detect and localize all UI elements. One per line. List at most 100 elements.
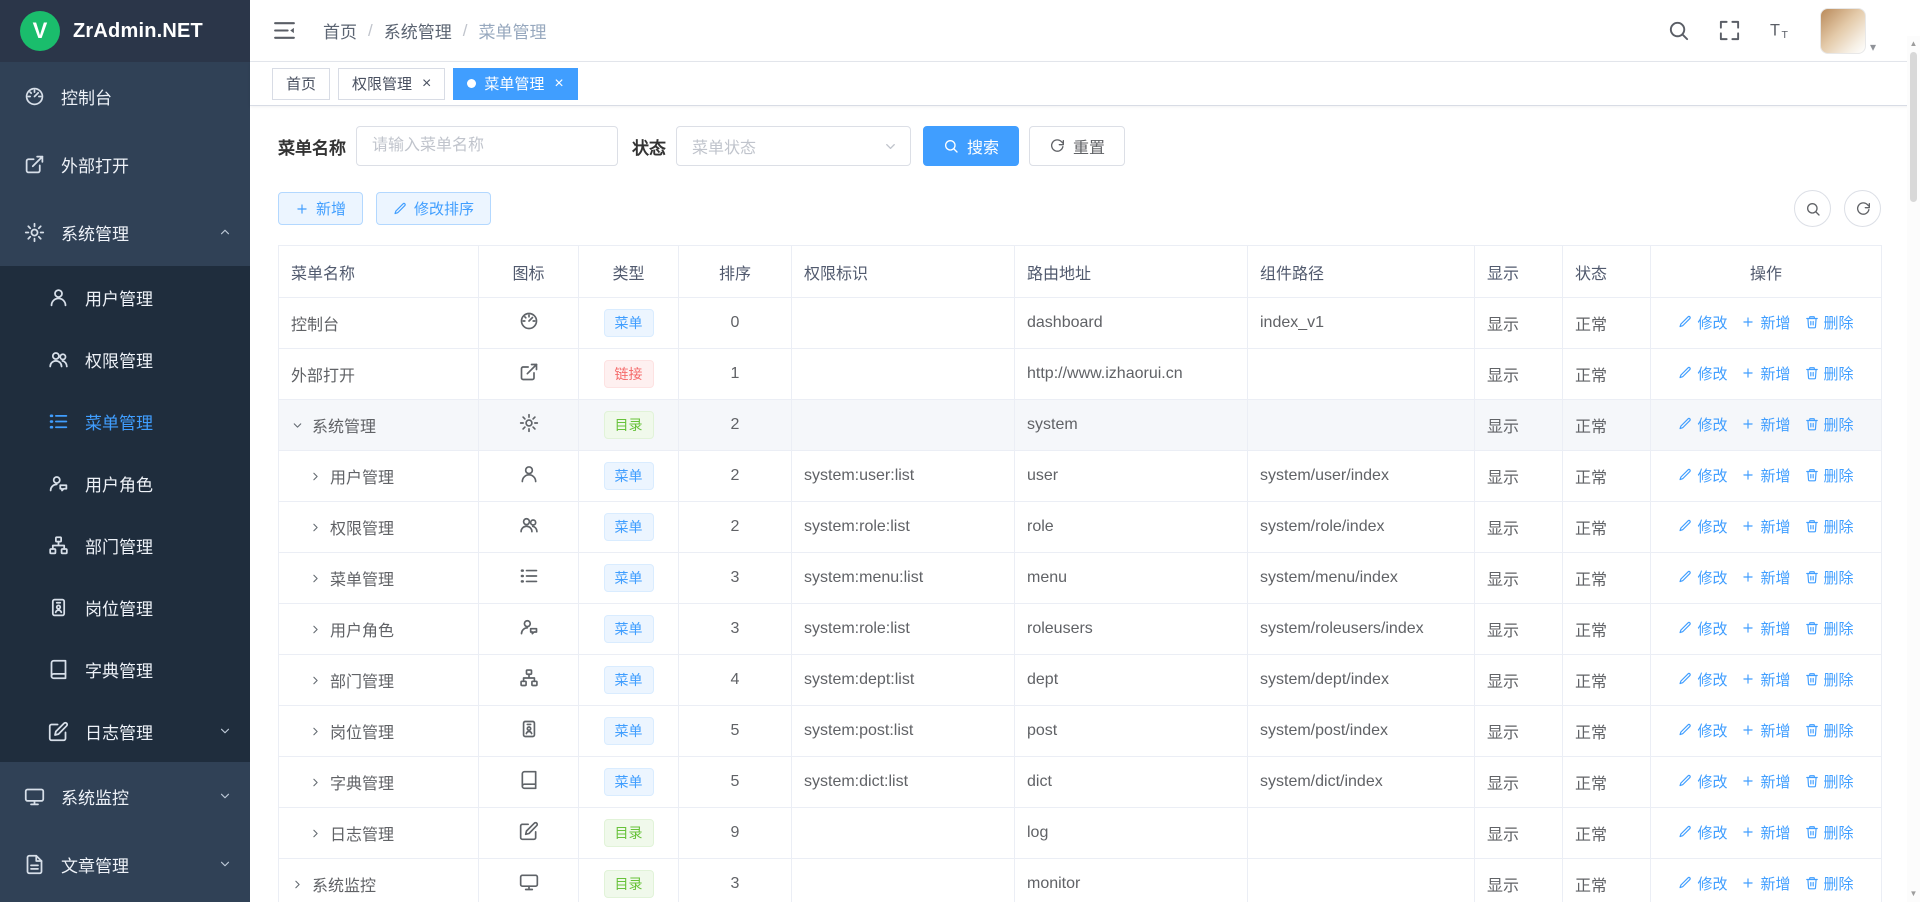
edit-link[interactable]: 修改 [1678,465,1727,486]
table-row[interactable]: 用户管理菜单2system:user:listusersystem/user/i… [279,451,1882,502]
chevron-right-icon[interactable] [309,470,322,483]
refresh-table-button[interactable] [1844,190,1881,227]
chevron-down-icon[interactable] [291,419,304,432]
chevron-right-icon[interactable] [309,521,322,534]
tab-menu[interactable]: 菜单管理× [453,68,577,100]
sidebar-item-system[interactable]: 系统管理 [0,198,250,266]
edit-link[interactable]: 修改 [1678,618,1727,639]
table-row[interactable]: 用户角色菜单3system:role:listroleuserssystem/r… [279,604,1882,655]
tab-role[interactable]: 权限管理× [338,68,445,100]
delete-link[interactable]: 删除 [1805,618,1854,639]
table-row[interactable]: 菜单管理菜单3system:menu:listmenusystem/menu/i… [279,553,1882,604]
delete-link[interactable]: 删除 [1805,363,1854,384]
table-row[interactable]: 系统管理目录2system显示正常修改新增删除 [279,400,1882,451]
edit-link[interactable]: 修改 [1678,312,1727,333]
sidebar-item-log[interactable]: 日志管理 [0,700,250,762]
edit-link[interactable]: 修改 [1678,822,1727,843]
delete-link[interactable]: 删除 [1805,465,1854,486]
close-icon[interactable]: × [554,76,563,92]
sidebar-item-user[interactable]: 用户管理 [0,266,250,328]
sidebar-item-post[interactable]: 岗位管理 [0,576,250,638]
logo-icon: V [20,11,60,51]
hamburger-icon[interactable] [272,18,297,43]
close-icon[interactable]: × [422,76,431,92]
edit-link[interactable]: 修改 [1678,771,1727,792]
scroll-down-icon[interactable]: ▼ [1910,889,1918,899]
edit-link[interactable]: 修改 [1678,669,1727,690]
chevron-right-icon[interactable] [309,623,322,636]
sidebar-item-dict[interactable]: 字典管理 [0,638,250,700]
app-logo[interactable]: V ZrAdmin.NET [0,0,250,62]
breadcrumb-item[interactable]: 菜单管理 [478,18,546,43]
chevron-right-icon[interactable] [309,725,322,738]
fullscreen-icon[interactable] [1718,19,1741,42]
chevron-right-icon[interactable] [291,878,304,891]
status-select[interactable]: 菜单状态 [676,126,911,166]
add-link[interactable]: 新增 [1741,465,1790,486]
chevron-right-icon[interactable] [309,827,322,840]
delete-link[interactable]: 删除 [1805,414,1854,435]
search-icon[interactable] [1667,19,1690,42]
add-link[interactable]: 新增 [1741,822,1790,843]
font-size-icon[interactable]: TT [1769,19,1792,42]
table-row[interactable]: 字典管理菜单5system:dict:listdictsystem/dict/i… [279,757,1882,808]
avatar[interactable] [1820,8,1866,54]
table-row[interactable]: 部门管理菜单4system:dept:listdeptsystem/dept/i… [279,655,1882,706]
add-link[interactable]: 新增 [1741,771,1790,792]
menu-name-input[interactable] [356,126,618,166]
edit-link[interactable]: 修改 [1678,414,1727,435]
add-link[interactable]: 新增 [1741,720,1790,741]
delete-link[interactable]: 删除 [1805,771,1854,792]
delete-link[interactable]: 删除 [1805,822,1854,843]
add-button[interactable]: 新增 [278,192,363,225]
edit-link[interactable]: 修改 [1678,720,1727,741]
table-row[interactable]: 控制台菜单0dashboardindex_v1显示正常修改新增删除 [279,298,1882,349]
edit-link[interactable]: 修改 [1678,363,1727,384]
tab-home[interactable]: 首页 [272,68,330,100]
edit-link[interactable]: 修改 [1678,873,1727,894]
sidebar-item-dashboard[interactable]: 控制台 [0,62,250,130]
delete-link[interactable]: 删除 [1805,312,1854,333]
table-row[interactable]: 岗位管理菜单5system:post:listpostsystem/post/i… [279,706,1882,757]
edit-link[interactable]: 修改 [1678,567,1727,588]
show-search-button[interactable] [1794,190,1831,227]
add-link[interactable]: 新增 [1741,414,1790,435]
delete-link[interactable]: 删除 [1805,516,1854,537]
delete-link[interactable]: 删除 [1805,567,1854,588]
breadcrumb-item[interactable]: 系统管理 [384,18,452,43]
add-link[interactable]: 新增 [1741,363,1790,384]
dict-book-icon [48,659,69,680]
sidebar-item-menu[interactable]: 菜单管理 [0,390,250,452]
sidebar-item-role[interactable]: 权限管理 [0,328,250,390]
table-row[interactable]: 外部打开链接1http://www.izhaorui.cn显示正常修改新增删除 [279,349,1882,400]
sidebar-item-external[interactable]: 外部打开 [0,130,250,198]
scrollbar-thumb[interactable] [1910,52,1917,202]
page-scrollbar[interactable]: ▲ ▼ [1907,36,1920,902]
user-menu[interactable]: ▾ [1820,8,1876,54]
search-button[interactable]: 搜索 [923,126,1019,166]
add-link[interactable]: 新增 [1741,873,1790,894]
delete-link[interactable]: 删除 [1805,669,1854,690]
reset-button[interactable]: 重置 [1029,126,1125,166]
sidebar-item-monitor[interactable]: 系统监控 [0,762,250,830]
edit-sort-button[interactable]: 修改排序 [376,192,491,225]
edit-link[interactable]: 修改 [1678,516,1727,537]
table-row[interactable]: 日志管理目录9log显示正常修改新增删除 [279,808,1882,859]
chevron-right-icon[interactable] [309,674,322,687]
delete-link[interactable]: 删除 [1805,873,1854,894]
add-link[interactable]: 新增 [1741,567,1790,588]
add-link[interactable]: 新增 [1741,516,1790,537]
sidebar-item-roleusers[interactable]: 用户角色 [0,452,250,514]
chevron-right-icon[interactable] [309,776,322,789]
add-link[interactable]: 新增 [1741,669,1790,690]
table-row[interactable]: 系统监控目录3monitor显示正常修改新增删除 [279,859,1882,902]
add-link[interactable]: 新增 [1741,312,1790,333]
scroll-up-icon[interactable]: ▲ [1910,39,1918,49]
breadcrumb-item[interactable]: 首页 [323,18,357,43]
sidebar-item-dept[interactable]: 部门管理 [0,514,250,576]
add-link[interactable]: 新增 [1741,618,1790,639]
sidebar-item-article[interactable]: 文章管理 [0,830,250,898]
delete-link[interactable]: 删除 [1805,720,1854,741]
chevron-right-icon[interactable] [309,572,322,585]
table-row[interactable]: 权限管理菜单2system:role:listrolesystem/role/i… [279,502,1882,553]
